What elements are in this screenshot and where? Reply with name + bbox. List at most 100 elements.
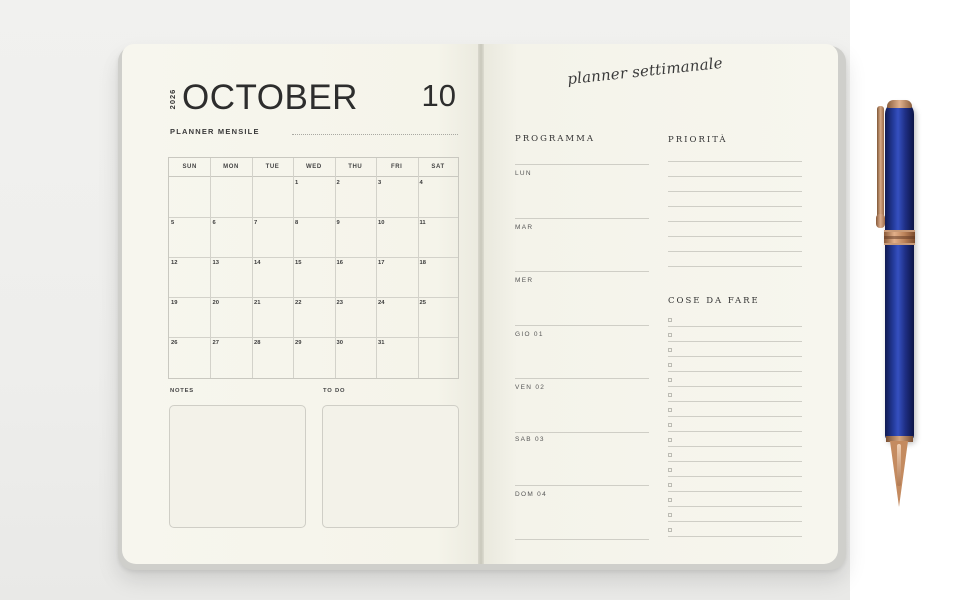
todo-line	[668, 401, 802, 402]
calendar-day: 4	[419, 180, 423, 186]
day-label-sab: SAB 03	[515, 436, 545, 443]
todo-line	[668, 521, 802, 522]
todo-label: TO DO	[323, 388, 346, 394]
day-label-gio: GIO 01	[515, 331, 544, 338]
programma-heading: PROGRAMMA	[515, 134, 595, 144]
day-label-dom: DOM 04	[515, 491, 548, 498]
todo-line	[668, 371, 802, 372]
todo-line	[668, 341, 802, 342]
schedule-rule	[515, 378, 649, 379]
priority-line	[668, 206, 802, 207]
checkbox-icon	[668, 393, 672, 397]
day-label-lun: LUN	[515, 170, 532, 177]
weekday-thu: THU	[348, 164, 363, 170]
calendar-weekday-header: SUN MON TUE WED THU FRI SAT	[169, 158, 458, 177]
calendar-day: 22	[295, 300, 302, 306]
checkbox-icon	[668, 378, 672, 382]
calendar-day: 26	[171, 340, 178, 346]
calendar-day: 20	[212, 300, 219, 306]
schedule-rule	[515, 164, 649, 165]
checkbox-icon	[668, 498, 672, 502]
day-label-mar: MAR	[515, 224, 534, 231]
month-title: OCTOBER	[182, 78, 358, 117]
grid-line	[334, 158, 336, 378]
pen-clip	[877, 106, 884, 226]
calendar-day: 29	[295, 340, 302, 346]
checkbox-icon	[668, 348, 672, 352]
grid-line	[293, 158, 294, 378]
calendar-day: 17	[378, 260, 385, 266]
weekday-sat: SAT	[431, 164, 445, 170]
day-label-mer: MER	[515, 277, 534, 284]
monthly-calendar-grid: SUN MON TUE WED THU FRI SAT 1 2 3 4 5 6 …	[168, 157, 459, 379]
priority-line	[668, 161, 802, 162]
calendar-day: 6	[212, 220, 216, 226]
priority-line	[668, 251, 802, 252]
planner-mensile-label: PLANNER MENSILE	[170, 127, 260, 136]
schedule-rule	[515, 271, 649, 272]
todo-line	[668, 431, 802, 432]
checkbox-icon	[668, 483, 672, 487]
calendar-day: 24	[378, 300, 385, 306]
weekday-mon: MON	[223, 164, 239, 170]
todo-line	[668, 536, 802, 537]
calendar-day: 3	[378, 180, 382, 186]
calendar-day: 8	[295, 220, 299, 226]
calendar-day: 13	[212, 260, 219, 266]
checkbox-icon	[668, 363, 672, 367]
todo-line	[668, 356, 802, 357]
calendar-day: 30	[336, 340, 343, 346]
todo-line	[668, 476, 802, 477]
notes-box	[169, 405, 306, 528]
schedule-rule	[515, 485, 649, 486]
todo-line	[668, 326, 802, 327]
priority-line	[668, 266, 802, 267]
notebook-gutter	[478, 44, 484, 564]
schedule-rule	[515, 432, 649, 433]
calendar-day: 1	[295, 180, 299, 186]
priority-line	[668, 236, 802, 237]
calendar-day: 23	[336, 300, 343, 306]
calendar-day: 28	[254, 340, 261, 346]
checkbox-icon	[668, 513, 672, 517]
pen-cap-top	[887, 100, 912, 108]
calendar-day: 2	[336, 180, 340, 186]
fountain-pen-body	[885, 101, 914, 441]
calendar-day: 10	[378, 220, 385, 226]
todo-box	[322, 405, 459, 528]
priority-line	[668, 176, 802, 177]
todo-line	[668, 416, 802, 417]
cose-da-fare-heading: COSE DA FARE	[668, 296, 760, 306]
notes-label: NOTES	[170, 388, 194, 394]
right-page	[482, 44, 838, 564]
calendar-day: 7	[254, 220, 258, 226]
calendar-day: 27	[212, 340, 219, 346]
priorita-heading: PRIORITÀ	[668, 135, 728, 145]
grid-line	[169, 297, 458, 298]
grid-line	[417, 158, 419, 378]
todo-line	[668, 386, 802, 387]
checkbox-icon	[668, 423, 672, 427]
weekday-wed: WED	[305, 164, 322, 170]
weekday-tue: TUE	[265, 164, 280, 170]
calendar-day: 15	[295, 260, 302, 266]
checkbox-icon	[668, 408, 672, 412]
calendar-day: 5	[171, 220, 175, 226]
checkbox-icon	[668, 318, 672, 322]
calendar-day: 25	[419, 300, 426, 306]
pen-nib-highlight	[897, 444, 901, 486]
grid-line	[210, 158, 211, 378]
month-number: 10	[421, 78, 456, 113]
todo-line	[668, 461, 802, 462]
todo-line	[668, 506, 802, 507]
weekday-fri: FRI	[390, 164, 403, 170]
checkbox-icon	[668, 333, 672, 337]
grid-line	[376, 158, 377, 378]
checkbox-icon	[668, 438, 672, 442]
schedule-rule	[515, 539, 649, 540]
calendar-day: 14	[254, 260, 261, 266]
dotted-rule	[292, 134, 458, 135]
weekday-sun: SUN	[182, 164, 197, 170]
todo-line	[668, 491, 802, 492]
grid-line	[169, 257, 458, 258]
